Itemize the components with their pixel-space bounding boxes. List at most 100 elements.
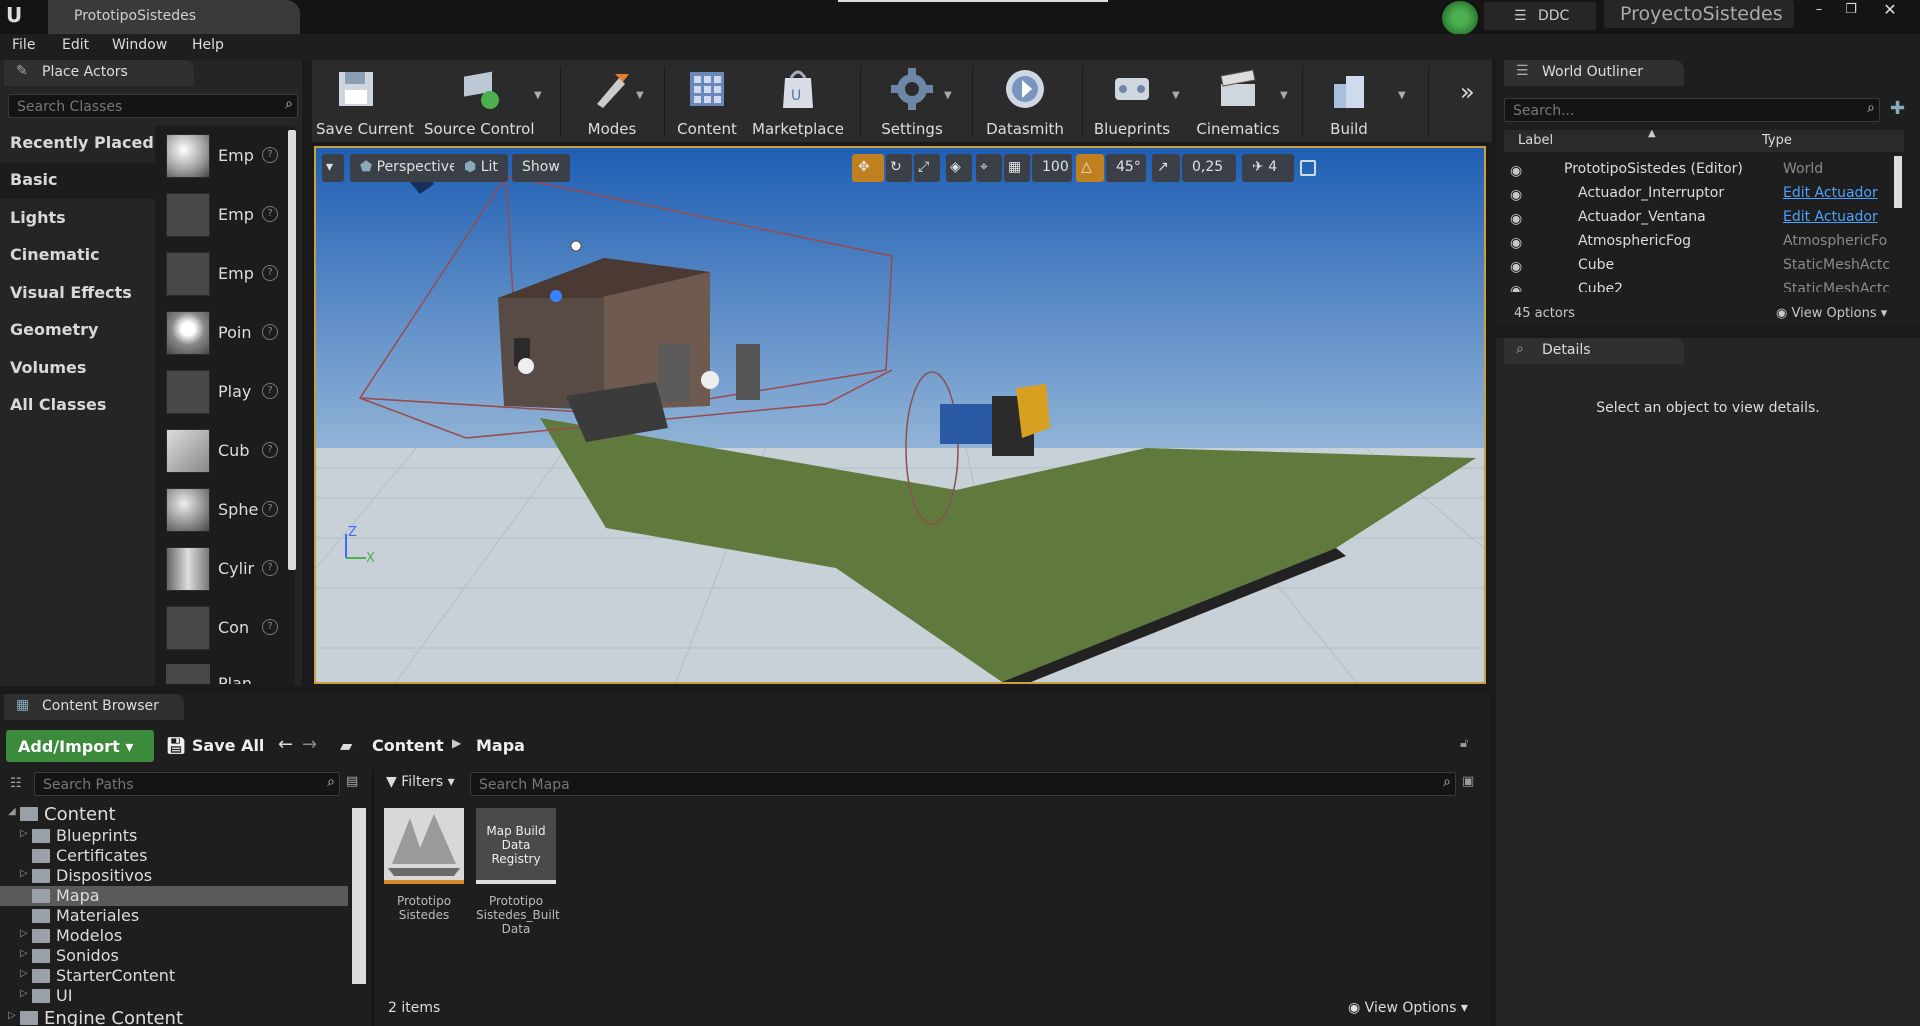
search-classes-input[interactable]: Search Classes ⌕ xyxy=(8,94,298,118)
help-icon[interactable]: ? xyxy=(262,383,278,399)
category-geometry[interactable]: Geometry xyxy=(0,312,155,349)
visibility-eye-icon[interactable]: ◉ xyxy=(1510,259,1526,275)
place-actors-tab[interactable]: ✎ Place Actors xyxy=(4,60,194,86)
tree-item-modelos[interactable]: ▷ Modelos xyxy=(0,926,350,946)
actor-item-empty-character[interactable]: Emp? xyxy=(162,189,282,243)
document-tab[interactable]: PrototipoSistedes xyxy=(48,0,300,34)
tree-item-certificates[interactable]: Certificates xyxy=(0,846,350,866)
visibility-eye-icon[interactable]: ◉ xyxy=(1510,211,1526,227)
outliner-row[interactable]: ◉ AtmosphericFog AtmosphericFo xyxy=(1500,230,1900,254)
expand-arrow-icon[interactable]: ▷ xyxy=(20,988,28,999)
category-basic[interactable]: Basic xyxy=(0,162,155,199)
translate-tool-icon[interactable]: ✥ xyxy=(852,154,884,182)
visibility-eye-icon[interactable]: ◉ xyxy=(1510,283,1526,292)
perspective-button[interactable]: ⬟ Perspective xyxy=(350,154,468,182)
actor-item-player-start[interactable]: Play? xyxy=(162,366,282,420)
expand-arrow-icon[interactable]: ◢ xyxy=(8,806,16,817)
details-tab[interactable]: ⌕ Details xyxy=(1504,338,1684,364)
category-cinematic[interactable]: Cinematic xyxy=(0,237,155,274)
grid-snap-icon[interactable]: ▦ xyxy=(1004,154,1030,182)
outliner-row[interactable]: ◉ Actuador_Ventana Edit Actuador xyxy=(1500,206,1900,230)
save-search-icon[interactable]: ▣ xyxy=(1462,774,1474,789)
filters-button[interactable]: ▼ Filters ▾ xyxy=(386,774,455,790)
splitter[interactable] xyxy=(372,770,374,1026)
expand-arrow-icon[interactable]: ▷ xyxy=(8,1010,16,1021)
world-outliner-tab[interactable]: ☰ World Outliner xyxy=(1504,60,1684,86)
close-icon[interactable]: ✕ xyxy=(1868,0,1912,22)
category-all-classes[interactable]: All Classes xyxy=(0,387,155,424)
modes-dropdown-icon[interactable]: ▼ xyxy=(636,90,644,101)
actor-list-scrollbar[interactable] xyxy=(288,130,296,570)
viewport-options-button[interactable]: ▾ xyxy=(322,154,344,182)
expand-arrow-icon[interactable]: ▷ xyxy=(20,968,28,979)
visibility-eye-icon[interactable]: ◉ xyxy=(1510,163,1526,179)
save-current-button[interactable]: Save Current xyxy=(316,60,414,142)
sources-toggle-icon[interactable]: ☷ xyxy=(10,776,22,791)
expand-arrow-icon[interactable]: ▷ xyxy=(20,948,28,959)
menu-help[interactable]: Help xyxy=(192,37,224,53)
actor-item-empty-actor[interactable]: Emp? xyxy=(162,130,282,184)
outliner-row[interactable]: ◉ Actuador_Interruptor Edit Actuador xyxy=(1500,182,1900,206)
build-dropdown-icon[interactable]: ▼ xyxy=(1398,90,1406,101)
expand-arrow-icon[interactable]: ▷ xyxy=(20,828,28,839)
help-icon[interactable]: ? xyxy=(262,442,278,458)
scale-snap-value[interactable]: 0,25 xyxy=(1182,154,1236,182)
show-button[interactable]: Show xyxy=(512,154,570,182)
scale-snap-icon[interactable]: ↗ xyxy=(1152,154,1180,182)
help-icon[interactable]: ? xyxy=(262,501,278,517)
menu-edit[interactable]: Edit xyxy=(62,37,89,53)
search-paths-input[interactable]: Search Paths ⌕ xyxy=(34,772,340,796)
save-all-button[interactable]: 💾︎ Save All xyxy=(166,736,264,755)
visibility-eye-icon[interactable]: ◉ xyxy=(1510,187,1526,203)
view-options-button[interactable]: ◉ View Options ▾ xyxy=(1776,306,1887,321)
tree-item-sonidos[interactable]: ▷ Sonidos xyxy=(0,946,350,966)
modes-button[interactable]: Modes xyxy=(574,60,650,142)
build-button[interactable]: Build xyxy=(1312,60,1386,142)
menu-file[interactable]: File xyxy=(12,37,35,53)
edit-actuador-link[interactable]: Edit Actuador xyxy=(1783,185,1893,201)
search-mapa-input[interactable]: Search Mapa ⌕ xyxy=(470,772,1456,796)
tree-item-startercontent[interactable]: ▷ StarterContent xyxy=(0,966,350,986)
source-control-dropdown-icon[interactable]: ▼ xyxy=(534,90,542,101)
actor-item-cylinder[interactable]: Cylir? xyxy=(162,543,282,597)
maximize-viewport-icon[interactable] xyxy=(1300,160,1316,176)
help-icon[interactable]: ? xyxy=(262,560,278,576)
expand-arrow-icon[interactable]: ▷ xyxy=(20,868,28,879)
tree-item-mapa[interactable]: Mapa xyxy=(0,886,348,906)
outliner-row[interactable]: ◉ Cube StaticMeshActc xyxy=(1500,254,1900,278)
blueprints-button[interactable]: Blueprints xyxy=(1092,60,1172,142)
asset-tile[interactable]: Prototipo Sistedes xyxy=(384,808,464,934)
outliner-row[interactable]: ◉ Cube2 StaticMeshActc xyxy=(1500,278,1900,292)
outliner-row[interactable]: ◉ PrototipoSistedes (Editor) World xyxy=(1500,158,1900,182)
category-visual-effects[interactable]: Visual Effects xyxy=(0,275,155,312)
settings-dropdown-icon[interactable]: ▼ xyxy=(944,90,952,101)
cinematics-button[interactable]: Cinematics xyxy=(1196,60,1280,142)
rotation-snap-icon[interactable]: △ xyxy=(1076,154,1104,182)
tree-item-dispositivos[interactable]: ▷ Dispositivos xyxy=(0,866,350,886)
datasmith-button[interactable]: Datasmith xyxy=(982,60,1068,142)
category-recently-placed[interactable]: Recently Placed xyxy=(0,125,155,162)
tree-item-engine-content[interactable]: ▷ Engine Content xyxy=(0,1008,350,1026)
source-control-status-icon[interactable] xyxy=(1442,1,1478,35)
outliner-search-input[interactable]: Search... ⌕ xyxy=(1504,98,1880,122)
back-arrow-icon[interactable]: ← xyxy=(278,734,293,755)
marketplace-button[interactable]: U Marketplace xyxy=(752,60,844,142)
settings-button[interactable]: Settings xyxy=(872,60,952,142)
help-icon[interactable]: ? xyxy=(262,206,278,222)
minimize-icon[interactable]: – xyxy=(1804,2,1834,22)
content-browser-tab[interactable]: ▦ Content Browser xyxy=(4,694,184,720)
help-icon[interactable]: ? xyxy=(262,324,278,340)
visibility-eye-icon[interactable]: ◉ xyxy=(1510,235,1526,251)
rotation-snap-value[interactable]: 45° xyxy=(1106,154,1146,182)
level-viewport[interactable]: Z X ▾ ⬟ Perspective ⬢ Lit Show ✥ ↻ ⤢ ◈ ⌖… xyxy=(314,146,1486,684)
source-control-button[interactable]: Source Control xyxy=(424,60,535,142)
surface-snap-icon[interactable]: ⌖ xyxy=(976,154,1002,182)
add-import-button[interactable]: Add/Import ▾ xyxy=(6,730,154,762)
world-local-icon[interactable]: ◈ xyxy=(946,154,972,182)
tree-item-content[interactable]: ◢ Content xyxy=(0,804,350,825)
view-options-button[interactable]: ◉ View Options ▾ xyxy=(1348,1000,1468,1016)
column-label[interactable]: Label xyxy=(1518,133,1553,148)
asset-tile[interactable]: Map Build Data Registry Prototipo Sisted… xyxy=(476,808,560,936)
ddc-button[interactable]: ☰ DDC xyxy=(1484,2,1596,30)
actor-item-cube[interactable]: Cub? xyxy=(162,425,282,479)
